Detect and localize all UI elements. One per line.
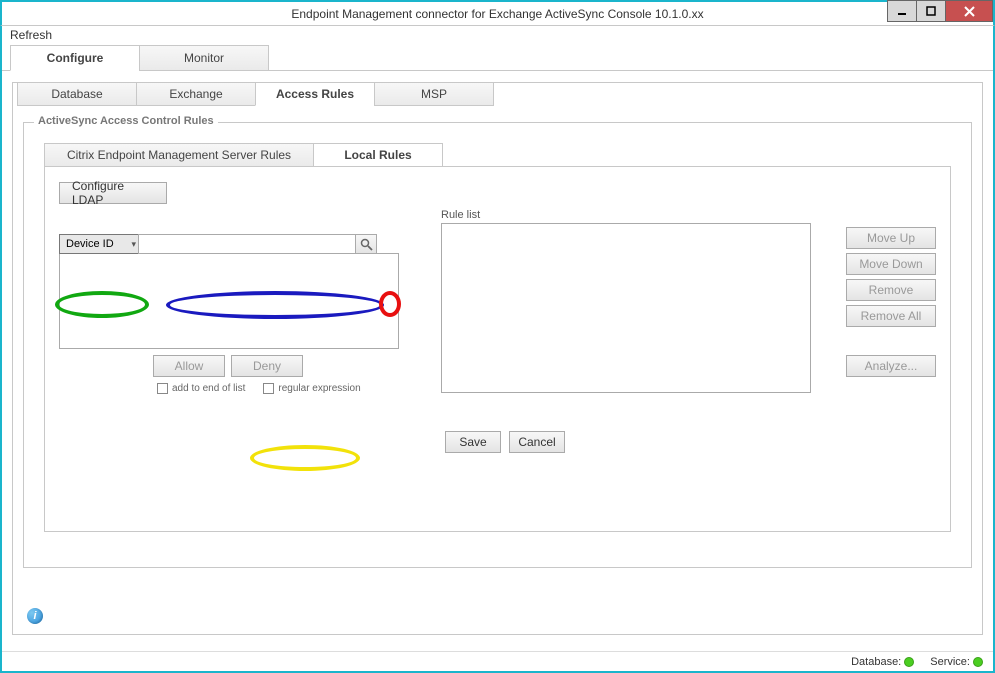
configure-ldap-button[interactable]: Configure LDAP xyxy=(59,182,167,204)
deny-button-label: Deny xyxy=(253,359,281,373)
local-rules-panel: Configure LDAP Device ID ▾ xyxy=(44,166,951,532)
move-up-label: Move Up xyxy=(867,231,915,245)
add-to-end-label: add to end of list xyxy=(172,383,245,394)
window-title: Endpoint Management connector for Exchan… xyxy=(291,7,703,21)
tab-access-rules[interactable]: Access Rules xyxy=(255,82,375,106)
add-to-end-checkbox[interactable] xyxy=(157,383,168,394)
tab-exchange-label: Exchange xyxy=(169,87,222,101)
status-database-label: Database: xyxy=(851,656,901,668)
search-results-listbox[interactable] xyxy=(59,253,399,349)
info-icon-glyph: i xyxy=(33,610,36,622)
tab-configure[interactable]: Configure xyxy=(10,45,140,71)
close-button[interactable] xyxy=(945,0,993,22)
search-icon xyxy=(360,238,373,251)
chevron-down-icon: ▾ xyxy=(131,239,136,250)
status-database: Database: xyxy=(851,656,914,668)
allow-button[interactable]: Allow xyxy=(153,355,225,377)
groupbox-title: ActiveSync Access Control Rules xyxy=(34,115,218,127)
regex-checkbox-row[interactable]: regular expression xyxy=(263,383,360,394)
primary-tabstrip: Configure Monitor xyxy=(2,44,993,71)
save-button-label: Save xyxy=(459,435,486,449)
status-service: Service: xyxy=(930,656,983,668)
analyze-button[interactable]: Analyze... xyxy=(846,355,936,377)
access-control-groupbox: ActiveSync Access Control Rules Citrix E… xyxy=(23,122,972,568)
minimize-icon xyxy=(897,6,907,16)
scope-dropdown[interactable]: Device ID ▾ xyxy=(59,234,139,254)
tab-msp[interactable]: MSP xyxy=(374,82,494,106)
regex-checkbox[interactable] xyxy=(263,383,274,394)
tab-msp-label: MSP xyxy=(421,87,447,101)
move-down-label: Move Down xyxy=(859,257,922,271)
minimize-button[interactable] xyxy=(887,0,917,22)
database-status-dot xyxy=(904,657,914,667)
window-titlebar: Endpoint Management connector for Exchan… xyxy=(0,0,995,26)
search-button[interactable] xyxy=(355,234,377,254)
secondary-tabstrip: Database Exchange Access Rules MSP xyxy=(13,82,982,106)
allow-button-label: Allow xyxy=(175,359,204,373)
maximize-icon xyxy=(926,6,936,16)
add-to-end-checkbox-row[interactable]: add to end of list xyxy=(157,383,245,394)
tab-exchange[interactable]: Exchange xyxy=(136,82,256,106)
status-bar: Database: Service: xyxy=(2,651,993,671)
maximize-button[interactable] xyxy=(916,0,946,22)
tab-monitor-label: Monitor xyxy=(184,51,224,65)
close-icon xyxy=(964,6,975,17)
cancel-button[interactable]: Cancel xyxy=(509,431,565,453)
tab-server-rules-label: Citrix Endpoint Management Server Rules xyxy=(67,148,291,162)
info-icon[interactable]: i xyxy=(27,608,43,624)
refresh-menu[interactable]: Refresh xyxy=(10,28,52,42)
tab-monitor[interactable]: Monitor xyxy=(139,45,269,71)
remove-all-button[interactable]: Remove All xyxy=(846,305,936,327)
rule-list-label: Rule list xyxy=(441,209,811,221)
regex-label: regular expression xyxy=(278,383,360,394)
window-controls xyxy=(888,0,993,22)
move-up-button[interactable]: Move Up xyxy=(846,227,936,249)
status-service-label: Service: xyxy=(930,656,970,668)
move-down-button[interactable]: Move Down xyxy=(846,253,936,275)
save-button[interactable]: Save xyxy=(445,431,501,453)
tab-configure-label: Configure xyxy=(47,51,104,65)
rules-tabstrip: Citrix Endpoint Management Server Rules … xyxy=(44,143,971,167)
cancel-button-label: Cancel xyxy=(518,435,555,449)
tab-local-rules-label: Local Rules xyxy=(344,148,411,162)
tab-server-rules[interactable]: Citrix Endpoint Management Server Rules xyxy=(44,143,314,167)
configure-ldap-label: Configure LDAP xyxy=(72,179,154,207)
remove-button[interactable]: Remove xyxy=(846,279,936,301)
deny-button[interactable]: Deny xyxy=(231,355,303,377)
scope-dropdown-value: Device ID xyxy=(66,238,114,250)
remove-all-label: Remove All xyxy=(861,309,922,323)
rule-list-listbox[interactable] xyxy=(441,223,811,393)
tab-database[interactable]: Database xyxy=(17,82,137,106)
remove-label: Remove xyxy=(869,283,914,297)
service-status-dot xyxy=(973,657,983,667)
analyze-label: Analyze... xyxy=(865,359,918,373)
search-input[interactable] xyxy=(138,234,356,254)
tab-local-rules[interactable]: Local Rules xyxy=(313,143,443,167)
tab-access-rules-label: Access Rules xyxy=(276,87,354,101)
tab-database-label: Database xyxy=(51,87,102,101)
